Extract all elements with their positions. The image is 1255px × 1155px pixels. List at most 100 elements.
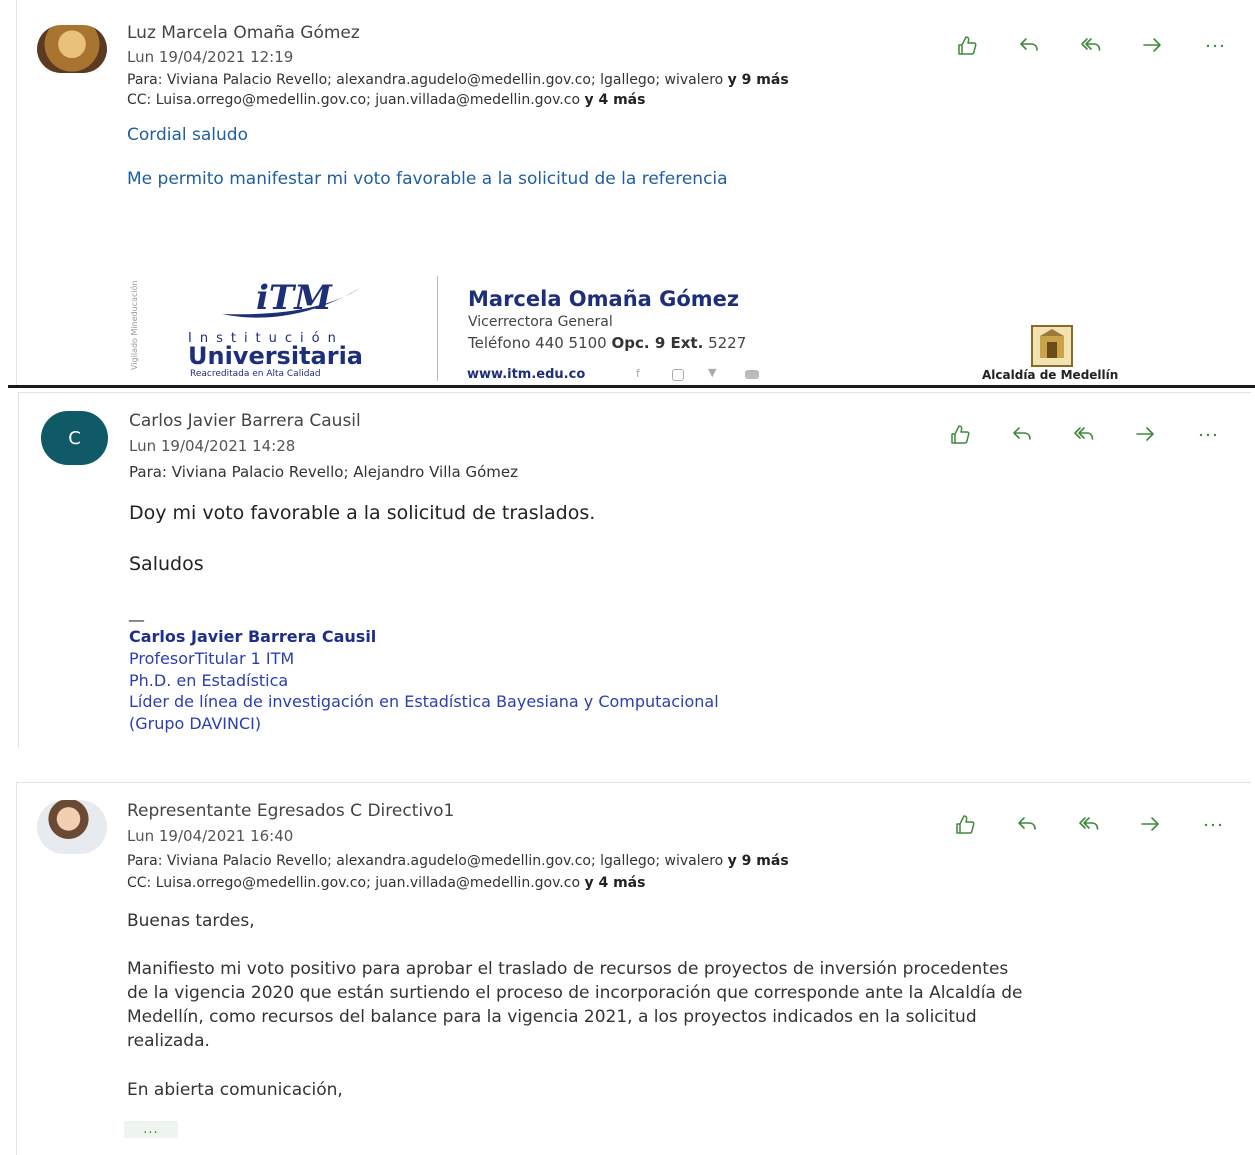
itm-logo-text: iTM bbox=[256, 278, 332, 318]
body-line: Saludos bbox=[129, 553, 204, 575]
message-border bbox=[16, 782, 1251, 783]
more-button[interactable] bbox=[1182, 810, 1244, 840]
message-date: Lun 19/04/2021 14:28 bbox=[129, 437, 296, 455]
signature-line: Ph.D. en Estadística bbox=[129, 671, 289, 690]
to-line: Para: Viviana Palacio Revello; Alejandro… bbox=[129, 463, 518, 481]
show-more-label: ... bbox=[143, 1121, 159, 1137]
to-recipients[interactable]: Viviana Palacio Revello; Alejandro Villa… bbox=[172, 463, 518, 481]
itm-logo: iTM bbox=[220, 278, 370, 326]
reply-button[interactable] bbox=[998, 31, 1060, 61]
body-line: En abierta comunicación, bbox=[127, 1080, 343, 1100]
youtube-icon[interactable] bbox=[745, 370, 759, 379]
to-line: Para: Viviana Palacio Revello; alexandra… bbox=[127, 72, 789, 88]
body-line: Me permito manifestar mi voto favorable … bbox=[127, 169, 728, 189]
reply-all-button[interactable] bbox=[1053, 420, 1115, 450]
section-divider bbox=[8, 385, 1255, 388]
like-icon bbox=[951, 425, 970, 444]
to-recipients[interactable]: Viviana Palacio Revello; alexandra.agude… bbox=[167, 853, 723, 869]
cc-more-link[interactable]: y 4 más bbox=[584, 875, 645, 891]
signature-divider bbox=[437, 276, 438, 381]
reply-icon bbox=[1018, 817, 1036, 830]
logo-reacreditada: Reacreditada en Alta Calidad bbox=[190, 369, 321, 379]
signature-name: Carlos Javier Barrera Causil bbox=[129, 627, 377, 646]
cc-label: CC: bbox=[127, 875, 152, 891]
message-actions bbox=[929, 420, 1239, 450]
reply-icon bbox=[1020, 38, 1038, 51]
forward-button[interactable] bbox=[1115, 420, 1177, 450]
more-button[interactable] bbox=[1184, 31, 1246, 61]
message-border bbox=[18, 392, 19, 748]
reply-icon bbox=[1013, 427, 1031, 440]
reply-all-button[interactable] bbox=[1058, 810, 1120, 840]
cc-recipients[interactable]: Luisa.orrego@medellin.gov.co; juan.villa… bbox=[156, 875, 580, 891]
avatar[interactable]: C bbox=[41, 411, 108, 465]
cc-more-link[interactable]: y 4 más bbox=[584, 92, 645, 108]
like-button[interactable] bbox=[929, 420, 991, 450]
sender-name[interactable]: Carlos Javier Barrera Causil bbox=[129, 411, 361, 431]
signature-web-link[interactable]: www.itm.edu.co bbox=[467, 367, 585, 382]
forward-icon bbox=[1143, 38, 1161, 52]
signature-role: Vicerrectora General bbox=[468, 314, 613, 330]
more-button[interactable] bbox=[1177, 420, 1239, 450]
sender-name[interactable]: Luz Marcela Omaña Gómez bbox=[127, 23, 360, 43]
to-label: Para: bbox=[127, 72, 163, 88]
message-date: Lun 19/04/2021 16:40 bbox=[127, 827, 294, 845]
more-icon bbox=[1199, 433, 1217, 437]
more-icon bbox=[1206, 44, 1224, 48]
message-actions bbox=[934, 810, 1244, 840]
message-border bbox=[16, 782, 17, 1155]
sender-name[interactable]: Representante Egresados C Directivo1 bbox=[127, 801, 454, 821]
reply-all-button[interactable] bbox=[1060, 31, 1122, 61]
signature-line: (Grupo DAVINCI) bbox=[129, 714, 262, 733]
reply-button[interactable] bbox=[996, 810, 1058, 840]
more-icon bbox=[1204, 823, 1222, 827]
to-more-link[interactable]: y 9 más bbox=[728, 72, 789, 88]
to-recipients[interactable]: Viviana Palacio Revello; alexandra.agude… bbox=[167, 72, 723, 88]
message-border bbox=[16, 0, 17, 385]
message-border bbox=[18, 392, 1251, 393]
cc-line: CC: Luisa.orrego@medellin.gov.co; juan.v… bbox=[127, 92, 645, 108]
like-icon bbox=[956, 815, 975, 834]
body-line: Manifiesto mi voto positivo para aprobar… bbox=[127, 959, 1009, 979]
avatar[interactable] bbox=[37, 800, 107, 854]
cc-recipients[interactable]: Luisa.orrego@medellin.gov.co; juan.villa… bbox=[156, 92, 580, 108]
forward-button[interactable] bbox=[1120, 810, 1182, 840]
facebook-icon[interactable]: f bbox=[636, 367, 640, 380]
show-more-button[interactable]: ... bbox=[124, 1121, 178, 1138]
signature-name: Marcela Omaña Gómez bbox=[468, 287, 740, 311]
reply-all-icon bbox=[1074, 427, 1094, 440]
body-line: Buenas tardes, bbox=[127, 911, 255, 931]
cc-label: CC: bbox=[127, 92, 152, 108]
message-date: Lun 19/04/2021 12:19 bbox=[127, 48, 294, 66]
cc-line: CC: Luisa.orrego@medellin.gov.co; juan.v… bbox=[127, 875, 645, 891]
like-button[interactable] bbox=[936, 31, 998, 61]
to-line: Para: Viviana Palacio Revello; alexandra… bbox=[127, 853, 789, 869]
body-line: de la vigencia 2020 que están surtiendo … bbox=[127, 983, 1023, 1003]
signature-line: ProfesorTitular 1 ITM bbox=[129, 649, 295, 668]
twitter-icon[interactable]: ▼ bbox=[708, 366, 716, 379]
body-line: Cordial saludo bbox=[127, 125, 248, 145]
avatar[interactable] bbox=[37, 25, 107, 73]
reply-all-icon bbox=[1081, 38, 1101, 51]
like-icon bbox=[958, 36, 977, 55]
like-button[interactable] bbox=[934, 810, 996, 840]
to-more-link[interactable]: y 9 más bbox=[728, 853, 789, 869]
forward-icon bbox=[1136, 427, 1154, 441]
forward-icon bbox=[1141, 817, 1159, 831]
to-label: Para: bbox=[129, 463, 167, 481]
reply-all-icon bbox=[1079, 817, 1099, 830]
alcaldia-shield-icon bbox=[1030, 324, 1074, 370]
body-line: realizada. bbox=[127, 1031, 210, 1051]
instagram-icon[interactable] bbox=[672, 369, 684, 381]
avatar-initial: C bbox=[68, 427, 81, 449]
to-label: Para: bbox=[127, 853, 163, 869]
forward-button[interactable] bbox=[1122, 31, 1184, 61]
logo-side-text: Vigilado Mineducación bbox=[130, 280, 139, 370]
alcaldia-label: Alcaldía de Medellín bbox=[982, 368, 1119, 382]
message-actions bbox=[936, 31, 1246, 61]
body-line: Medellín, como recursos del balance para… bbox=[127, 1007, 977, 1027]
signature-dash: __ bbox=[129, 604, 144, 622]
reply-button[interactable] bbox=[991, 420, 1053, 450]
signature-phone: Teléfono 440 5100 Opc. 9 Ext. 5227 bbox=[468, 334, 747, 352]
logo-universitaria: Universitaria bbox=[188, 342, 363, 370]
